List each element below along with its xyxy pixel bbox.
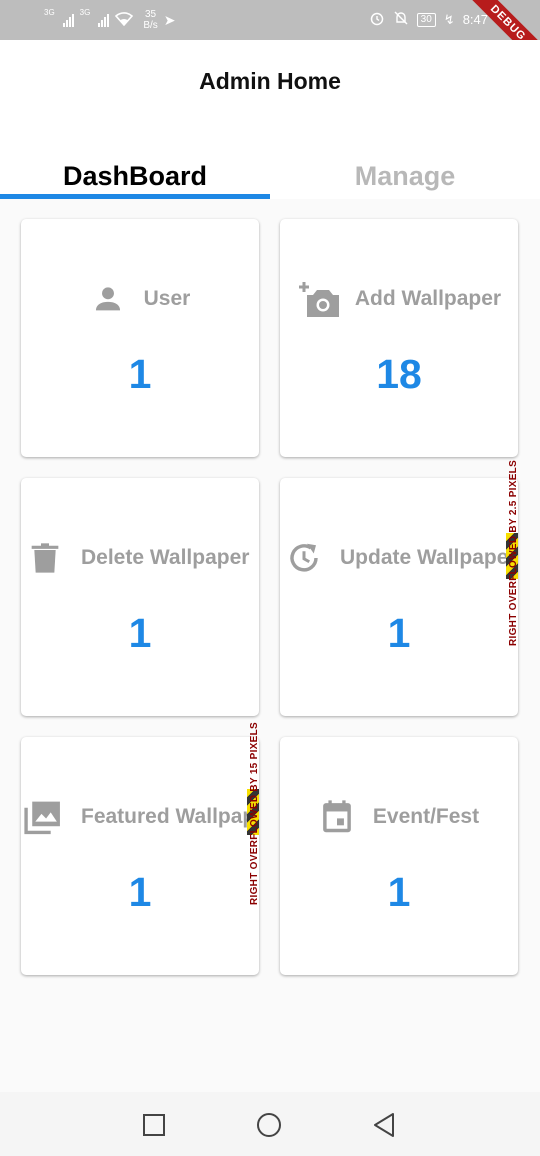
trash-icon [27,540,63,576]
card-count: 18 [376,351,422,397]
card-label: Delete Wallpaper [81,546,250,569]
tab-dashboard[interactable]: DashBoard [0,124,270,199]
overflow-warning: RIGHT OVERFLOWED BY 15 PIXELS [249,722,260,905]
wifi-icon [115,12,134,28]
recents-square-icon[interactable] [141,1112,167,1138]
signal-icon-2 [98,13,110,27]
photo-library-icon [23,799,63,835]
calendar-icon [319,799,355,835]
battery-indicator: 30 [416,12,436,27]
alarm-icon [369,10,385,29]
speed-value: 35 [145,9,157,20]
network-speed: 35 B/s [143,9,157,31]
card-count: 1 [387,610,411,656]
card-add-wallpaper[interactable]: Add Wallpaper 18 [280,219,518,457]
person-icon [90,281,126,317]
charging-icon: ↯ [443,11,455,27]
app-bar: Admin Home [0,40,540,124]
card-event-fest[interactable]: Event/Fest 1 [280,737,518,975]
card-header: Featured Wallpaper [21,799,259,835]
status-right: 30 ↯ 8:47 [369,10,488,29]
system-nav-bar [0,1092,540,1156]
update-clock-icon [286,540,322,576]
clock-time: 8:47 [462,12,488,27]
mute-bell-icon [393,10,409,29]
add-photo-icon [297,281,341,317]
speed-unit: B/s [143,20,158,31]
card-header: Add Wallpaper [280,281,518,317]
network-type-2: 3G [79,8,91,17]
card-header: Delete Wallpaper [21,540,259,576]
running-shoe-icon: ➤ [163,11,176,28]
card-delete-wallpaper[interactable]: Delete Wallpaper 1 [21,478,259,716]
card-label: Add Wallpaper [354,287,502,310]
card-label: Event/Fest [372,805,480,828]
card-count: 1 [128,610,152,656]
card-label: Featured Wallpaper [81,805,259,828]
card-count: 1 [128,351,152,397]
tab-indicator [0,194,270,199]
overflow-warning: RIGHT OVERFLOWED BY 2.5 PIXELS [508,459,519,646]
card-count: 1 [128,869,152,915]
card-update-wallpaper[interactable]: Update Wallpaper 1 [280,478,518,716]
card-featured-wallpaper[interactable]: Featured Wallpaper 1 [21,737,259,975]
card-user[interactable]: User 1 [21,219,259,457]
tab-manage[interactable]: Manage [270,124,540,199]
status-bar: 3G 3G 35 B/s ➤ 30 ↯ 8:47 DEBUG [0,0,540,72]
card-header: Event/Fest [280,799,518,835]
tab-bar: DashBoard Manage [0,124,540,199]
signal-icon [62,13,74,27]
card-count: 1 [387,869,411,915]
back-triangle-icon[interactable] [371,1112,397,1138]
network-type-1: 3G [44,8,55,17]
card-header: User [21,281,259,317]
card-label: User [143,287,191,310]
card-label: Update Wallpaper [340,546,517,569]
home-circle-icon[interactable] [256,1112,282,1138]
page-title: Admin Home [199,68,341,94]
status-left: 3G 3G 35 B/s ➤ [44,8,176,32]
card-header: Update Wallpaper [280,540,518,576]
